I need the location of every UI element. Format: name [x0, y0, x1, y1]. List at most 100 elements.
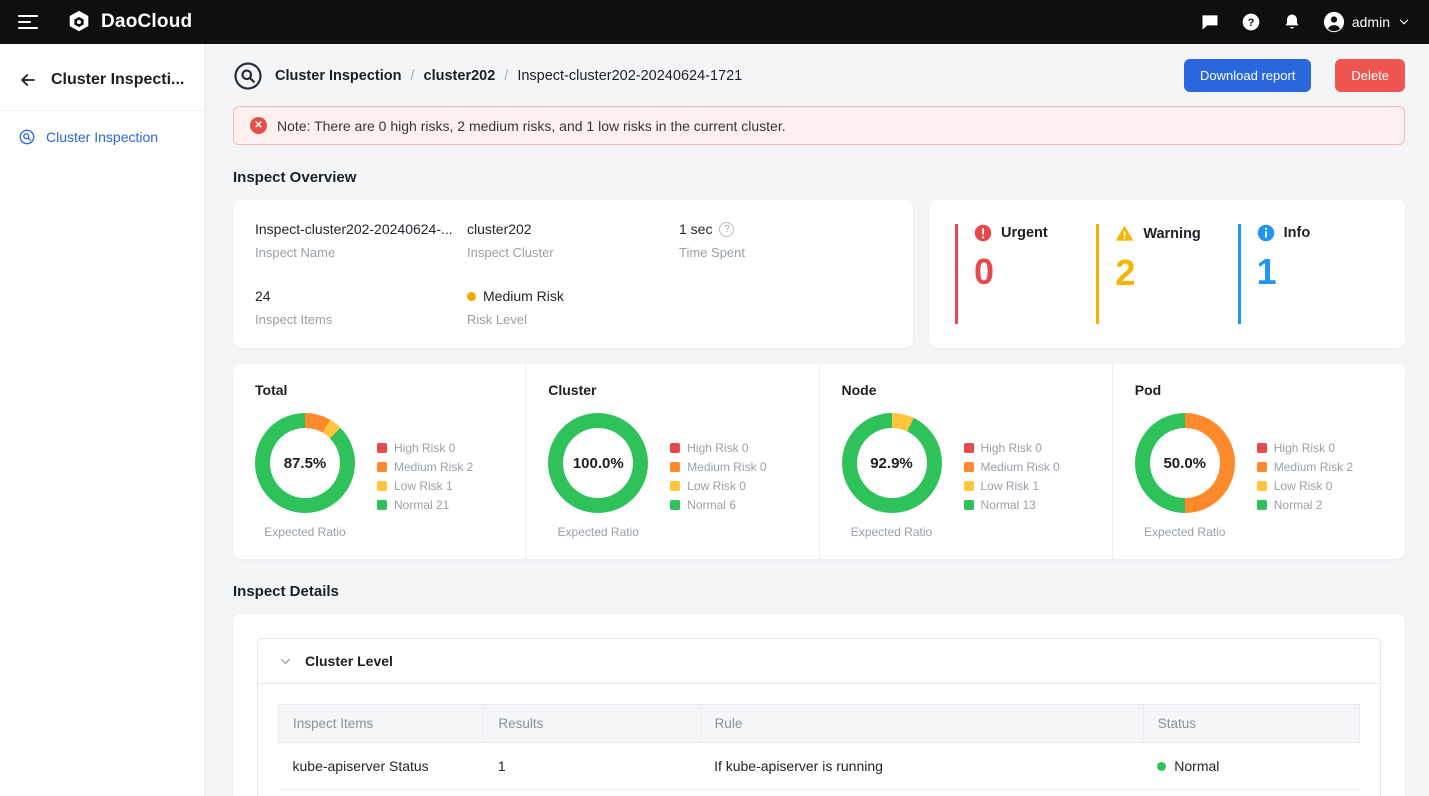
- field-risk-level: Medium Risk Risk Level: [467, 288, 679, 327]
- bell-icon[interactable]: [1282, 12, 1302, 32]
- alert-text: Note: There are 0 high risks, 2 medium r…: [277, 118, 786, 134]
- field-inspect-name: Inspect-cluster202-20240624-... Inspect …: [255, 221, 467, 260]
- severity-stats-card: Urgent 0 Warning 2: [929, 200, 1405, 348]
- main-content: Cluster Inspection / cluster202 / Inspec…: [205, 44, 1429, 796]
- legend-item: Low Risk 1: [377, 479, 473, 493]
- time-spent-value: 1 sec: [679, 221, 712, 237]
- donut-total: 87.5%: [255, 413, 355, 513]
- field-label: Inspect Cluster: [467, 245, 679, 260]
- legend-swatch: [1257, 443, 1267, 453]
- legend-item: Medium Risk 2: [377, 460, 473, 474]
- field-value: cluster202: [467, 221, 679, 237]
- legend-swatch: [377, 462, 387, 472]
- breadcrumb-item-root[interactable]: Cluster Inspection: [275, 68, 402, 84]
- legend-swatch: [670, 462, 680, 472]
- page-badge-icon: [233, 61, 263, 91]
- field-value: 1 sec ?: [679, 221, 891, 237]
- legend-item: High Risk 0: [377, 441, 473, 455]
- legend-swatch: [377, 443, 387, 453]
- delete-button[interactable]: Delete: [1335, 59, 1405, 92]
- legend-swatch: [670, 500, 680, 510]
- legend-swatch: [964, 481, 974, 491]
- breadcrumb-separator: /: [504, 68, 508, 84]
- legend-item: High Risk 0: [1257, 441, 1353, 455]
- risk-level-value: Medium Risk: [483, 288, 564, 304]
- chart-title: Cluster: [548, 382, 796, 398]
- inspection-icon: [18, 128, 36, 146]
- chevron-down-icon: [1397, 15, 1411, 29]
- sidebar-item-cluster-inspection[interactable]: Cluster Inspection: [0, 111, 204, 163]
- stat-info: Info 1: [1238, 224, 1379, 324]
- back-button[interactable]: [18, 70, 38, 90]
- breadcrumb-item-current: Inspect-cluster202-20240624-1721: [517, 68, 742, 84]
- donut-caption: Expected Ratio: [1135, 525, 1235, 539]
- column-header: Inspect Items: [279, 705, 484, 743]
- field-value: Inspect-cluster202-20240624-...: [255, 221, 467, 237]
- legend-swatch: [964, 443, 974, 453]
- user-name: admin: [1352, 14, 1390, 30]
- help-icon[interactable]: ?: [1241, 12, 1261, 32]
- donut-percent: 87.5%: [255, 413, 355, 513]
- legend-item: Normal 13: [964, 498, 1060, 512]
- chart-legend: High Risk 0 Medium Risk 2 Low Risk 1 Nor…: [377, 436, 473, 517]
- legend-item: Medium Risk 0: [670, 460, 766, 474]
- breadcrumb: Cluster Inspection / cluster202 / Inspec…: [275, 68, 1172, 84]
- topbar: DaoCloud ? admin: [0, 0, 1429, 44]
- error-circle-icon: ✕: [250, 117, 267, 134]
- table-row: kube-apiserver Status 1 If kube-apiserve…: [279, 743, 1360, 790]
- medium-risk-dot-icon: [467, 292, 476, 301]
- risk-alert-banner: ✕ Note: There are 0 high risks, 2 medium…: [233, 106, 1405, 145]
- donut-chart-cluster: Cluster 100.0% Expected Ratio High Risk …: [525, 364, 818, 559]
- chat-icon[interactable]: [1200, 12, 1220, 32]
- chart-legend: High Risk 0 Medium Risk 0 Low Risk 1 Nor…: [964, 436, 1060, 517]
- donut-percent: 50.0%: [1135, 413, 1235, 513]
- brand-logo[interactable]: DaoCloud: [66, 9, 192, 35]
- column-header: Rule: [700, 705, 1143, 743]
- svg-text:?: ?: [1248, 17, 1255, 29]
- legend-item: Low Risk 1: [964, 479, 1060, 493]
- legend-swatch: [670, 481, 680, 491]
- page-header: Cluster Inspection / cluster202 / Inspec…: [233, 44, 1405, 106]
- normal-dot-icon: [1157, 762, 1166, 771]
- breadcrumb-separator: /: [411, 68, 415, 84]
- donut-caption: Expected Ratio: [255, 525, 355, 539]
- stat-count: 1: [1257, 254, 1379, 290]
- sidebar-item-label: Cluster Inspection: [46, 129, 158, 145]
- donut-chart-pod: Pod 50.0% Expected Ratio High Risk 0 Med…: [1112, 364, 1405, 559]
- warning-icon: [1115, 224, 1134, 243]
- cell-results: 1: [484, 743, 700, 790]
- legend-item: Low Risk 0: [670, 479, 766, 493]
- legend-swatch: [670, 443, 680, 453]
- stat-label: Urgent: [1001, 225, 1048, 241]
- donut-chart-node: Node 92.9% Expected Ratio High Risk 0 Me…: [819, 364, 1112, 559]
- info-icon: [1257, 224, 1275, 242]
- user-menu[interactable]: admin: [1323, 11, 1411, 33]
- field-label: Inspect Name: [255, 245, 467, 260]
- field-label: Risk Level: [467, 312, 679, 327]
- legend-item: Normal 21: [377, 498, 473, 512]
- cell-inspect-item: kube-controller-manager Status: [279, 790, 484, 796]
- legend-item: Normal 6: [670, 498, 766, 512]
- column-header: Results: [484, 705, 700, 743]
- table-row: kube-controller-manager Status 1 If kube…: [279, 790, 1360, 796]
- field-time-spent: 1 sec ? Time Spent: [679, 221, 891, 260]
- legend-swatch: [1257, 462, 1267, 472]
- download-report-button[interactable]: Download report: [1184, 59, 1311, 92]
- sidebar: Cluster Inspecti... Cluster Inspection: [0, 44, 205, 796]
- stat-label: Warning: [1143, 226, 1200, 242]
- cluster-level-toggle[interactable]: Cluster Level: [258, 639, 1380, 684]
- breadcrumb-item-cluster[interactable]: cluster202: [424, 68, 496, 84]
- legend-swatch: [1257, 481, 1267, 491]
- legend-item: High Risk 0: [670, 441, 766, 455]
- menu-icon[interactable]: [18, 15, 38, 29]
- help-circle-icon[interactable]: ?: [719, 222, 734, 237]
- donut-caption: Expected Ratio: [842, 525, 942, 539]
- group-title: Cluster Level: [305, 653, 393, 669]
- legend-swatch: [377, 481, 387, 491]
- chart-legend: High Risk 0 Medium Risk 0 Low Risk 0 Nor…: [670, 436, 766, 517]
- stat-urgent: Urgent 0: [955, 224, 1096, 324]
- column-header: Status: [1143, 705, 1359, 743]
- stat-count: 0: [974, 254, 1096, 290]
- chart-title: Total: [255, 382, 503, 398]
- urgent-icon: [974, 224, 992, 242]
